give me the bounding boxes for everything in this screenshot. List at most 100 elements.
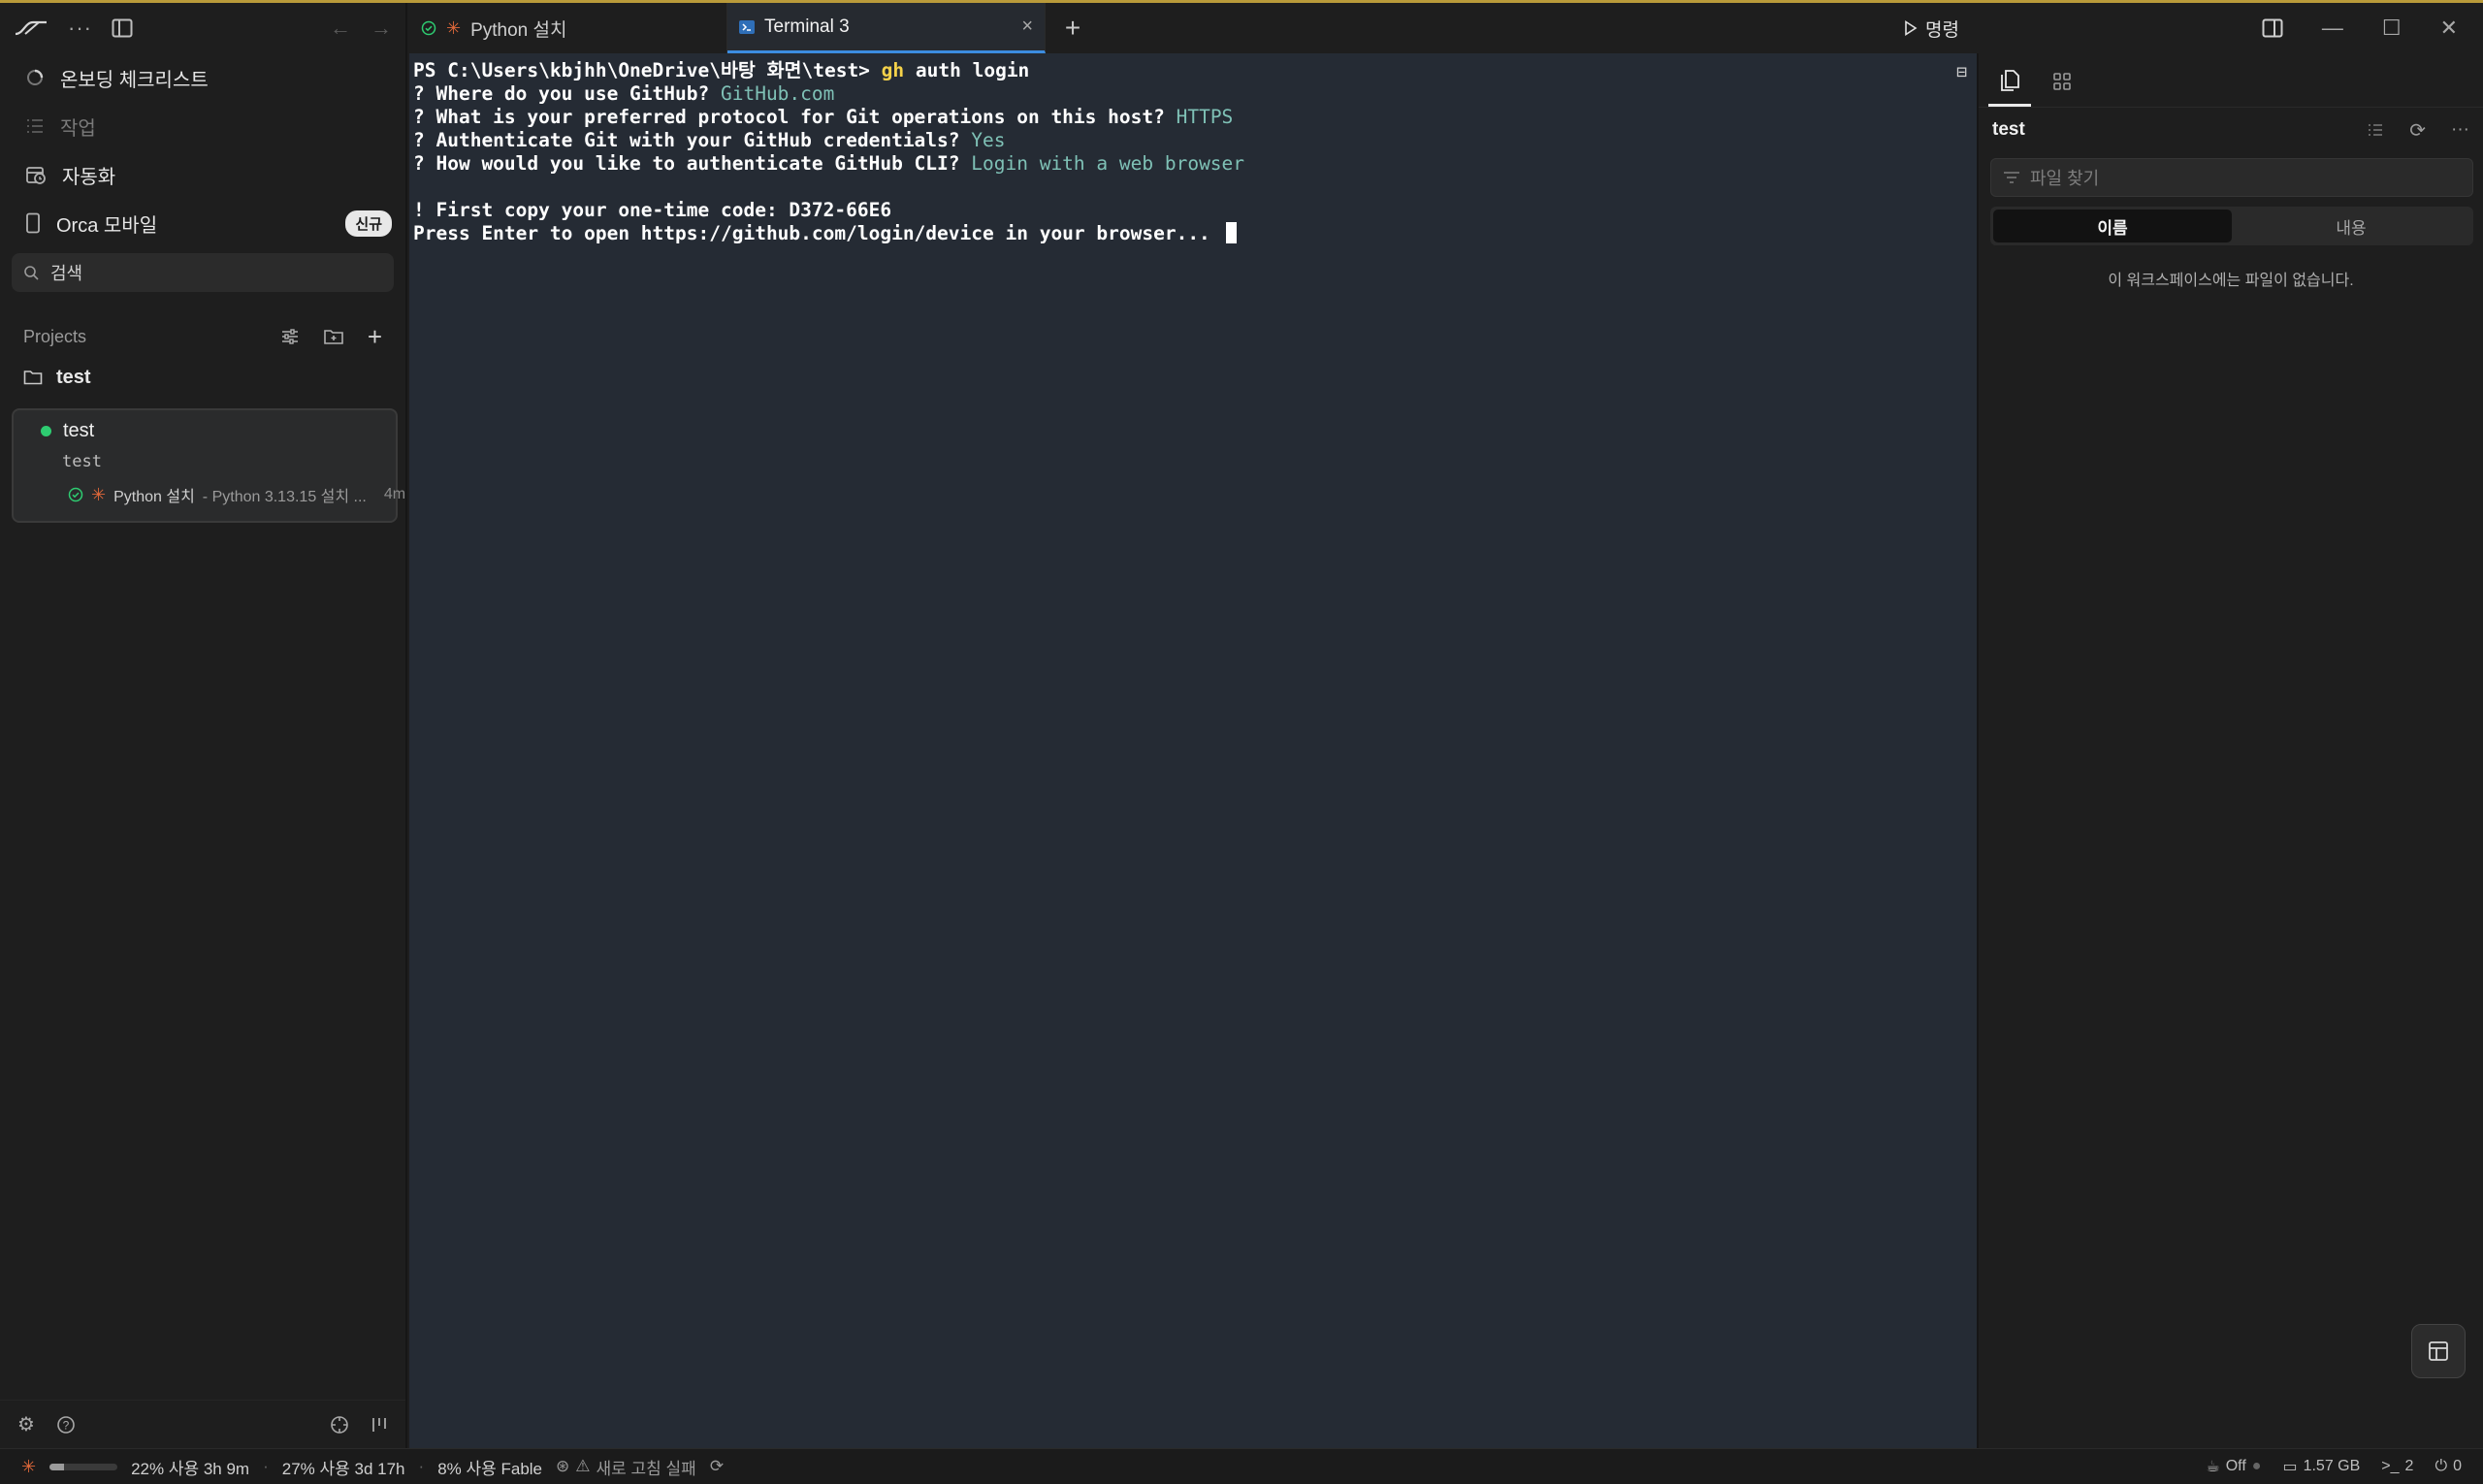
refresh-failed-label: 새로 고침 실패 [596,1459,696,1478]
terminal-question: ? What is your preferred protocol for Gi… [413,106,1177,128]
terminal-count[interactable]: >_ 2 [2381,1458,2413,1475]
right-panel-toggle-icon[interactable] [2262,18,2283,38]
play-icon [1904,20,1918,36]
status-dot-icon: ● [2251,1458,2262,1474]
terminal-count-value: 2 [2404,1458,2414,1474]
power-off-label: Off [2225,1458,2246,1474]
plug-icon: ⏻ [2435,1458,2448,1474]
terminal-answer: Login with a web browser [971,152,1245,175]
search-by-name-button[interactable]: 이름 [1993,210,2232,242]
session-name: Python 설치 [113,489,195,505]
folder-add-icon[interactable] [323,322,344,352]
help-icon[interactable]: ? [56,1415,76,1435]
project-item-test[interactable]: test [0,356,405,399]
search-by-content-button[interactable]: 내용 [2232,210,2470,242]
terminal-icon: >_ [2381,1458,2400,1474]
crosshair-icon[interactable] [330,1415,349,1435]
claude-sparkle-icon: ✳ [91,484,107,504]
sidebar-item-label: 작업 [60,117,96,140]
tab-terminal-3[interactable]: Terminal 3 × [727,3,1046,53]
sidebar-item-orca-mobile[interactable]: Orca 모바일 신규 [0,199,405,247]
layout-panel-button[interactable] [2411,1324,2466,1378]
workspace-card[interactable]: test test ✳ Python 설치 - Python 3.13.15 설… [12,408,405,523]
minimize-icon[interactable]: — [2322,16,2343,41]
sidebar-item-tasks[interactable]: 작업 [0,102,405,150]
sort-list-icon[interactable] [2367,118,2384,143]
forward-arrow-icon[interactable]: → [371,16,392,41]
more-icon[interactable]: ··· [68,16,92,41]
terminal-command-name: gh [881,59,905,81]
terminal-output[interactable]: PS C:\Users\kbjhh\OneDrive\바탕 화면\test> g… [409,53,1977,1448]
workspace-session[interactable]: ✳ Python 설치 - Python 3.13.15 설치 ... 4m [68,483,405,506]
terminal-question: ? How would you like to authenticate Git… [413,152,972,175]
workspace-branch: test [62,452,102,471]
split-pane-icon[interactable]: ⊟ [1956,61,1967,84]
tab-label: Terminal 3 [764,16,850,37]
usage-progress-bar [49,1463,118,1470]
sidebar-item-label: 자동화 [62,166,116,188]
warning-icon: ⚠ [575,1457,591,1475]
status-dot [41,426,51,436]
mobile-icon [25,212,41,234]
progress-circle-icon [25,68,45,87]
power-status[interactable]: ☕ Off ● [2206,1457,2261,1476]
terminal-question: ? Authenticate Git with your GitHub cred… [413,129,972,151]
file-search-input[interactable]: 파일 찾기 [1990,158,2473,197]
sidebar-search-input[interactable]: 검색 [12,253,394,292]
empty-workspace-message: 이 워크스페이스에는 파일이 없습니다. [2108,273,2354,289]
projects-header: Projects + [0,317,405,356]
new-tab-button[interactable]: + [1046,3,1100,53]
port-count-value: 0 [2453,1458,2462,1474]
explorer-header: test ⟳ ··· [1979,108,2483,152]
terminal-prompt: PS C:\Users\kbjhh\OneDrive\바탕 화면\test> [413,59,870,81]
sync-icon[interactable]: ⟳ [710,1457,724,1476]
terminal-answer: Yes [971,129,1006,151]
port-count[interactable]: ⏻ 0 [2435,1458,2462,1475]
terminal-question: ? Where do you use GitHub? [413,82,721,105]
filter-icon [2003,171,2020,184]
search-mode-toggle: 이름 내용 [1990,207,2473,245]
layout-icon [2428,1340,2449,1362]
file-explorer-panel: test ⟳ ··· 파일 찾기 이름 내용 이 워크스페이스에는 파일이 없습… [1977,53,2483,1448]
more-icon[interactable]: ··· [2451,118,2469,143]
claude-sparkle-icon: ✳ [446,17,462,38]
refresh-status[interactable]: ⊛ ⚠ 새로 고침 실패 [556,1455,696,1479]
close-icon[interactable]: × [1021,16,1033,38]
gear-icon[interactable]: ⚙ [17,1412,35,1436]
claude-sparkle-icon: ✳ [21,1456,37,1476]
memory-status[interactable]: ▭ 1.57 GB [2282,1457,2360,1476]
app-logo-icon[interactable] [14,18,48,38]
sidebar-item-onboarding[interactable]: 온보딩 체크리스트 [0,53,405,102]
memory-icon: ▭ [2282,1459,2298,1475]
projects-label: Projects [23,326,87,346]
explorer-title: test [1992,119,2025,140]
close-window-icon[interactable]: ✕ [2440,16,2458,41]
refresh-icon[interactable]: ⟳ [2409,118,2426,143]
files-tab[interactable] [1988,56,2031,107]
command-button[interactable]: 명령 [1904,3,1977,53]
list-icon [25,117,45,135]
usage-weekly: 27% 사용 3d 17h [281,1459,405,1478]
separator: · [418,1457,425,1475]
sidebar-item-automation[interactable]: 자동화 [0,150,405,199]
columns-icon[interactable] [371,1415,388,1435]
sidebar-toggle-icon[interactable] [112,18,133,38]
project-name: test [56,366,91,388]
sidebar-item-label: Orca 모바일 [56,214,158,237]
tab-python-install[interactable]: ✳ Python 설치 [409,3,727,53]
sidebar: ··· ← → 온보딩 체크리스트 작업 자동화 Orca 모바일 신규 검색 … [0,3,407,1448]
powershell-icon [739,19,755,34]
search-placeholder: 검색 [50,264,83,283]
grid-tab[interactable] [2041,56,2083,107]
one-time-code-line: ! First copy your one-time code: D372-66… [413,199,892,221]
usage-model: 8% 사용 Fable [437,1459,543,1478]
grid-icon [2052,72,2072,91]
maximize-icon[interactable]: ☐ [2382,16,2402,41]
filter-sliders-icon[interactable] [280,322,300,352]
back-arrow-icon[interactable]: ← [330,16,351,41]
folder-icon [23,370,43,385]
sidebar-item-label: 온보딩 체크리스트 [60,69,209,91]
file-search-placeholder: 파일 찾기 [2030,169,2100,188]
terminal-answer: GitHub.com [720,82,835,105]
plus-icon[interactable]: + [368,322,382,352]
